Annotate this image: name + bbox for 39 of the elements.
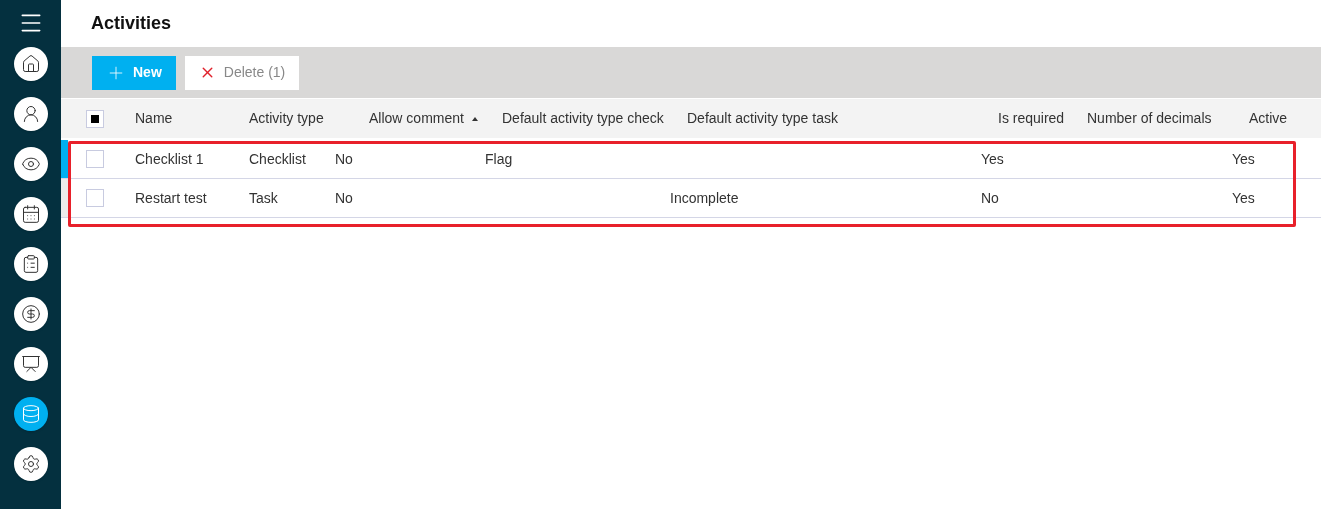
table-cell: Yes xyxy=(981,150,1004,167)
table-cell: No xyxy=(335,189,353,206)
column-header[interactable]: Default activity type task xyxy=(687,108,838,129)
dollar-icon xyxy=(20,304,41,324)
table-cell: Yes xyxy=(1232,150,1255,167)
nav-button[interactable] xyxy=(13,47,48,81)
home-icon xyxy=(20,54,41,74)
table-cell: No xyxy=(335,150,353,167)
nav-button[interactable] xyxy=(13,297,48,331)
settings-icon xyxy=(20,454,41,474)
delete-button[interactable]: Delete (1) xyxy=(184,55,300,90)
calendar-icon xyxy=(20,204,41,224)
nav-button[interactable] xyxy=(13,247,48,281)
nav-button[interactable] xyxy=(13,147,48,181)
nav-button[interactable] xyxy=(13,97,48,131)
table-cell: Yes xyxy=(1232,189,1255,206)
column-header[interactable]: Name xyxy=(135,108,173,129)
table-cell: Task xyxy=(249,189,278,206)
table-cell: Incomplete xyxy=(670,189,739,206)
table-cell: Checklist 1 xyxy=(135,150,204,167)
table-cell: Flag xyxy=(485,150,513,167)
nav-button[interactable] xyxy=(13,397,48,431)
column-header[interactable]: Default activity type check xyxy=(502,108,664,129)
database-icon xyxy=(20,404,41,424)
column-header[interactable]: Is required xyxy=(998,108,1065,129)
nav-button[interactable] xyxy=(13,197,48,231)
table-cell: Restart test xyxy=(135,189,207,206)
nav-button[interactable] xyxy=(13,347,48,381)
column-header[interactable]: Number of decimals xyxy=(1087,108,1212,129)
nav-button[interactable] xyxy=(13,447,48,481)
row-checkbox[interactable] xyxy=(86,189,104,207)
column-header[interactable]: Active xyxy=(1249,108,1288,129)
page-title: Activities xyxy=(91,12,172,35)
table-cell: No xyxy=(981,189,999,206)
select-all-checkbox[interactable] xyxy=(86,109,104,128)
table-cell: Checklist xyxy=(249,150,306,167)
column-header[interactable]: Allow comment xyxy=(369,108,464,129)
row-checkbox[interactable] xyxy=(86,150,104,168)
column-header[interactable]: Activity type xyxy=(249,108,324,129)
